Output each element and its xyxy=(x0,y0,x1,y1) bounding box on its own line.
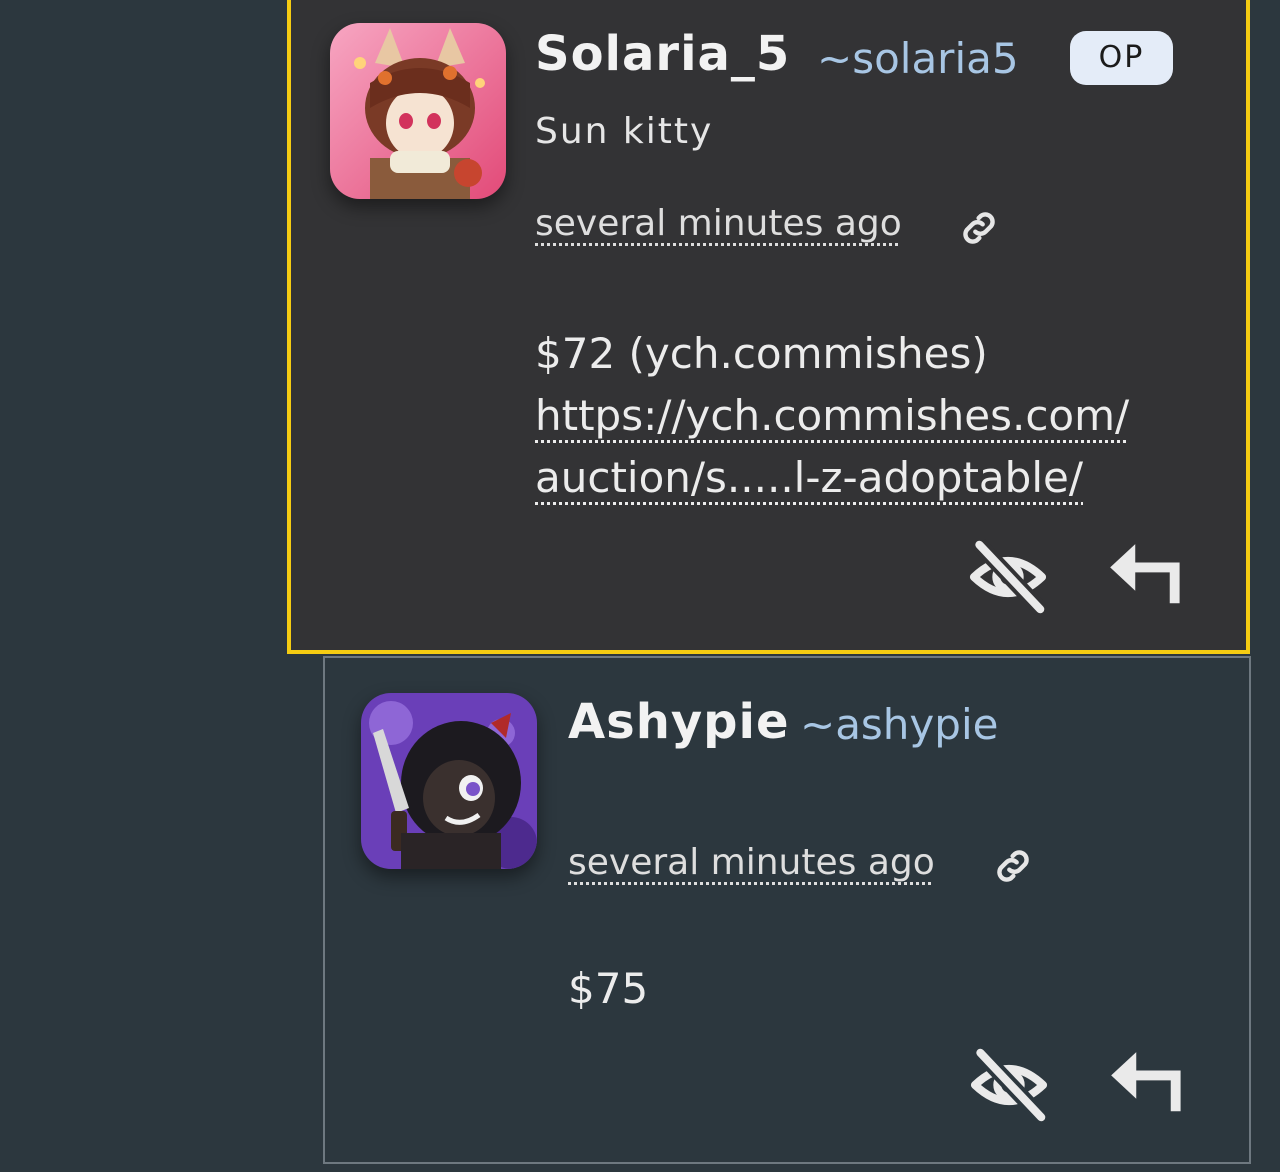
comment-timestamp[interactable]: several minutes ago xyxy=(535,203,902,244)
comment-reply: Ashypie ~ashypie several minutes ago $75 xyxy=(323,656,1251,1164)
reply-button[interactable] xyxy=(1103,528,1189,614)
eye-off-icon xyxy=(970,1047,1048,1123)
reply-arrow-icon xyxy=(1110,544,1180,604)
link-icon[interactable] xyxy=(991,844,1035,888)
comment-body: $72 (ych.commishes) https://ych.commishe… xyxy=(535,323,1129,509)
reply-arrow-icon xyxy=(1111,1052,1181,1112)
auction-link-line2[interactable]: auction/s.....l-z-adoptable/ xyxy=(535,447,1129,509)
avatar[interactable] xyxy=(361,693,537,869)
comment-thread: Solaria_5 ~solaria5 OP Sun kitty several… xyxy=(0,0,1280,1172)
op-badge: OP xyxy=(1070,31,1173,85)
avatar-fox-girl-icon xyxy=(330,23,506,199)
auction-link-line1[interactable]: https://ych.commishes.com/ xyxy=(535,385,1129,447)
eye-off-icon xyxy=(969,539,1047,615)
user-handle[interactable]: ~ashypie xyxy=(800,700,998,749)
bid-text: $75 xyxy=(568,964,649,1013)
display-name[interactable]: Solaria_5 xyxy=(535,26,790,82)
avatar[interactable] xyxy=(330,23,506,199)
user-handle[interactable]: ~solaria5 xyxy=(817,34,1019,83)
hide-comment-button[interactable] xyxy=(965,534,1051,620)
hide-comment-button[interactable] xyxy=(966,1042,1052,1128)
comment-timestamp[interactable]: several minutes ago xyxy=(568,842,935,883)
display-name[interactable]: Ashypie xyxy=(568,694,790,750)
comment-op-highlighted: Solaria_5 ~solaria5 OP Sun kitty several… xyxy=(287,0,1250,654)
reply-button[interactable] xyxy=(1104,1036,1190,1122)
user-tagline: Sun kitty xyxy=(535,111,714,152)
comment-body: $75 xyxy=(568,958,648,1020)
link-icon[interactable] xyxy=(957,206,1001,250)
avatar-dark-cat-icon xyxy=(361,693,537,869)
bid-text: $72 (ych.commishes) xyxy=(535,329,988,378)
